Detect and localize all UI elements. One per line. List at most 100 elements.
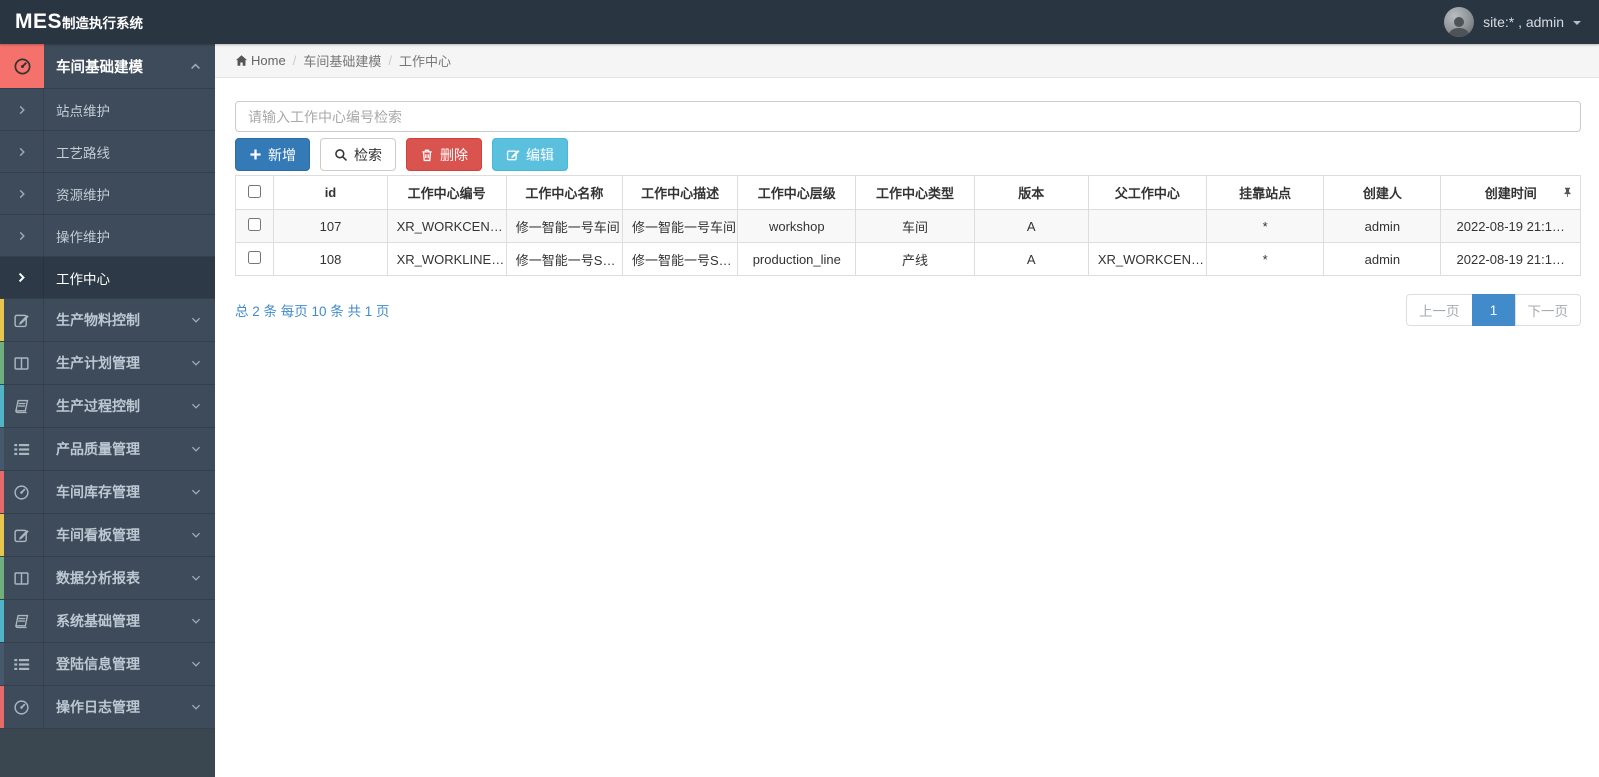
sidebar-item-label: 资源维护 (56, 187, 110, 203)
edit-icon (506, 149, 520, 160)
book-icon (0, 600, 44, 642)
sidebar-item-workshop-modeling[interactable]: 车间基础建模 (0, 44, 215, 89)
edit-button[interactable]: 编辑 (492, 138, 568, 171)
sidebar-item-label: 系统基础管理 (56, 613, 140, 629)
column-header-id[interactable]: id (273, 175, 388, 210)
sidebar-item-resource-maintenance[interactable]: 资源维护 (0, 173, 215, 215)
column-header-creator[interactable]: 创建人 (1323, 175, 1442, 210)
list-icon (0, 643, 44, 685)
trash-icon (422, 149, 432, 161)
cell-type: 车间 (855, 209, 975, 243)
sidebar-item-material-control[interactable]: 生产物料控制 (0, 299, 215, 342)
column-header-type[interactable]: 工作中心类型 (855, 175, 975, 210)
add-button-label: 新增 (268, 146, 296, 163)
chevron-up-icon (189, 60, 202, 73)
table-row[interactable]: 107 XR_WORKCEN… 修一智能一号车间 修一智能一号车间 worksh… (234, 209, 1581, 243)
delete-button-label: 删除 (440, 146, 468, 163)
sidebar-item-system-management[interactable]: 系统基础管理 (0, 600, 215, 643)
sidebar-item-work-center[interactable]: 工作中心 (0, 257, 215, 299)
sidebar-item-label: 生产计划管理 (56, 355, 140, 371)
column-header-station[interactable]: 挂靠站点 (1206, 175, 1325, 210)
breadcrumb-home-label: Home (251, 53, 286, 68)
logo-main: MES (15, 10, 63, 33)
sidebar-item-label: 生产过程控制 (56, 398, 140, 414)
table-footer: 总 2 条 每页 10 条 共 1 页 上一页 1 下一页 (235, 294, 1581, 326)
pin-icon[interactable] (1562, 185, 1573, 200)
chevron-right-icon (0, 257, 44, 298)
prev-page-button[interactable]: 上一页 (1406, 294, 1473, 326)
breadcrumb-separator: / (292, 53, 297, 68)
select-all-checkbox[interactable] (248, 184, 262, 198)
sidebar: 车间基础建模 站点维护 工艺路线 资源维护 操作维护 工作中心 生产物料控制 生… (0, 44, 215, 777)
cell-version: A (973, 242, 1089, 276)
sidebar-item-analytics-reports[interactable]: 数据分析报表 (0, 557, 215, 600)
chevron-down-icon (190, 701, 202, 713)
sidebar-item-station-maintenance[interactable]: 站点维护 (0, 89, 215, 131)
accent-strip (0, 299, 4, 341)
column-header-desc[interactable]: 工作中心描述 (621, 175, 739, 210)
accent-strip (0, 342, 4, 384)
cell-version: A (973, 209, 1089, 243)
cell-creator: admin (1323, 209, 1442, 243)
sidebar-item-label: 登陆信息管理 (56, 656, 140, 672)
user-avatar (1444, 7, 1475, 37)
chevron-down-icon (190, 357, 202, 369)
sidebar-item-label: 数据分析报表 (56, 570, 140, 586)
sidebar-item-label: 工作中心 (56, 271, 110, 287)
accent-strip (0, 471, 4, 513)
chevron-down-icon (190, 529, 202, 541)
cell-created: 2022-08-19 21:1… (1440, 209, 1581, 243)
toolbar: 新增 检索 删除 编辑 (235, 138, 1581, 171)
row-select-cell (234, 209, 275, 243)
sidebar-item-label: 车间看板管理 (56, 527, 140, 543)
breadcrumb-level1[interactable]: 车间基础建模 (303, 51, 381, 70)
logo-sub: 制造执行系统 (62, 16, 144, 31)
column-header-level[interactable]: 工作中心层级 (737, 175, 857, 210)
list-icon (0, 428, 44, 470)
column-header-code[interactable]: 工作中心编号 (386, 175, 507, 210)
cell-station: * (1206, 209, 1325, 243)
sidebar-item-inventory-management[interactable]: 车间库存管理 (0, 471, 215, 514)
row-select-checkbox[interactable] (248, 251, 262, 264)
row-select-cell (234, 242, 275, 276)
page-1-button[interactable]: 1 (1471, 294, 1516, 326)
breadcrumb: Home / 车间基础建模 / 工作中心 (215, 44, 1599, 78)
work-center-search-input[interactable] (235, 101, 1581, 132)
sidebar-item-operation-maintenance[interactable]: 操作维护 (0, 215, 215, 257)
sidebar-item-plan-management[interactable]: 生产计划管理 (0, 342, 215, 385)
breadcrumb-home-link[interactable]: Home (235, 53, 286, 68)
sidebar-item-login-info-management[interactable]: 登陆信息管理 (0, 643, 215, 686)
column-header-version[interactable]: 版本 (973, 175, 1089, 210)
sidebar-item-operation-log-management[interactable]: 操作日志管理 (0, 686, 215, 729)
select-all-cell (234, 175, 275, 210)
breadcrumb-level2: 工作中心 (398, 54, 451, 69)
sidebar-item-label: 操作维护 (56, 229, 110, 245)
sidebar-item-process-route[interactable]: 工艺路线 (0, 131, 215, 173)
cell-parent: XR_WORKCEN… (1087, 242, 1208, 276)
sidebar-item-label: 生产物料控制 (56, 312, 140, 328)
column-header-created[interactable]: 创建时间 (1440, 175, 1581, 210)
accent-strip (0, 643, 4, 685)
chevron-right-icon (0, 131, 44, 172)
sidebar-item-label: 工艺路线 (56, 145, 110, 161)
delete-button[interactable]: 删除 (406, 138, 482, 171)
cell-code: XR_WORKLINE… (386, 242, 507, 276)
chevron-down-icon (190, 658, 202, 670)
accent-strip (0, 557, 4, 599)
home-icon (235, 55, 248, 66)
next-page-button[interactable]: 下一页 (1514, 294, 1581, 326)
table-row[interactable]: 108 XR_WORKLINE… 修一智能一号S… 修一智能一号S… produ… (234, 242, 1581, 276)
search-button[interactable]: 检索 (320, 138, 396, 171)
add-button[interactable]: 新增 (235, 138, 310, 171)
sidebar-item-process-control[interactable]: 生产过程控制 (0, 385, 215, 428)
accent-strip (0, 686, 4, 728)
sidebar-item-quality-management[interactable]: 产品质量管理 (0, 428, 215, 471)
row-select-checkbox[interactable] (248, 218, 262, 231)
cell-parent (1087, 209, 1208, 243)
column-header-name[interactable]: 工作中心名称 (505, 175, 624, 210)
columns-icon (0, 342, 44, 384)
accent-strip (0, 600, 4, 642)
user-menu[interactable]: site:* , admin (1444, 7, 1581, 37)
sidebar-item-board-management[interactable]: 车间看板管理 (0, 514, 215, 557)
column-header-parent[interactable]: 父工作中心 (1087, 175, 1208, 210)
